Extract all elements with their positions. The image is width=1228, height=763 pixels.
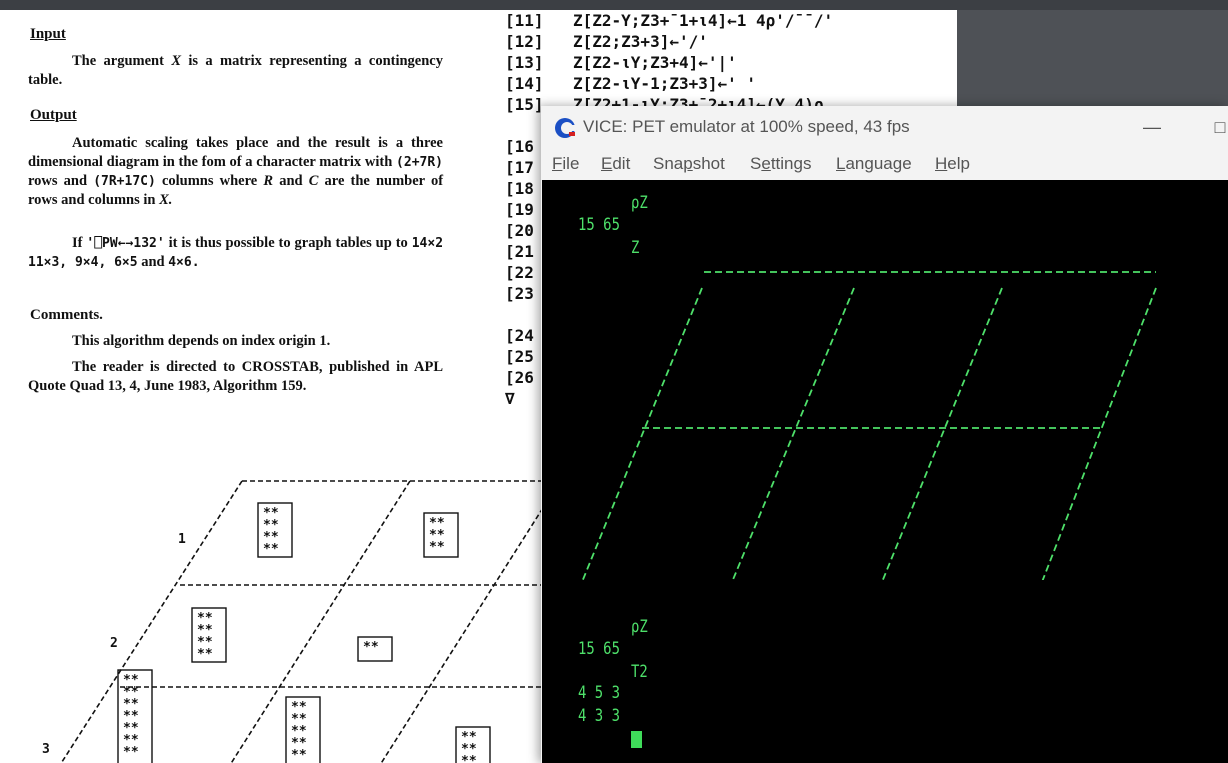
comment-2-text: The reader is directed to CROSSTAB, publ… [28,359,443,394]
code-line-text: Z[Z2-ιY-1;Z3+3]←' ' [573,74,757,93]
menu-help[interactable]: Help [935,154,970,174]
code-line-number: [13] [505,53,544,72]
code-line: [14] Z[Z2-ιY-1;Z3+3]←' ' [505,73,833,94]
output-paragraph: Automatic scaling takes place and the re… [28,134,443,210]
code-line-number: [12] [505,32,544,51]
vice-window[interactable]: VICE: PET emulator at 100% speed, 43 fps… [541,106,1228,763]
output-rows-expr: (2+7R) [396,155,444,170]
if-expr: '⎕PW←→132' [86,236,165,251]
input-var: X [171,53,181,69]
output-cols-expr: (7R+17C) [93,174,156,189]
plot-row-label: 2 [110,636,118,651]
grid-slant-line [581,287,703,580]
code-line-text: Z[Z2;Z3+3]←'/' [573,32,708,51]
output-text-1: Automatic scaling takes place and the re… [28,135,443,170]
text-cursor [631,731,642,748]
if-text-pre: If [72,235,83,251]
if-and: and [141,254,165,270]
bar-fill-glyph: ** [197,647,213,662]
grid-slant-line [1041,287,1157,580]
code-line: [13] Z[Z2-ιY;Z3+4]←'|' [505,52,833,73]
output-R: R [263,173,274,189]
output-C: C [308,173,319,189]
output-rows-word: rows and [28,173,88,189]
screen-line-8: 4 3 3 [578,706,620,726]
code-line-text: Z[Z2-Y;Z3+¯1+ι4]←1 4⍴'/¯¯/' [573,11,834,30]
menu-edit[interactable]: Edit [601,154,630,174]
desktop-background [957,10,1228,110]
if-text-mid: it is thus possible to graph tables up t… [168,235,408,251]
menu-settings[interactable]: Settings [750,154,811,174]
emulator-screen[interactable]: ⍴Z 15 65 Z ⍴Z 15 65 T2 4 5 3 4 3 3 [542,180,1228,763]
code-line: [12] Z[Z2;Z3+3]←'/' [505,31,833,52]
bar-fill-glyph: ** [363,640,379,655]
plot-slant-line [380,480,560,763]
screen-line-5: 15 65 [578,639,620,659]
plot-slant-line [60,480,243,763]
window-title: VICE: PET emulator at 100% speed, 43 fps [583,117,910,136]
code-line: [11] Z[Z2-Y;Z3+¯1+ι4]←1 4⍴'/¯¯/' [505,10,833,31]
code-line-number: [11] [505,11,544,30]
input-paragraph: The argument X is a matrix representing … [28,52,443,90]
output-text-2: columns where [161,173,258,189]
plot-row-label: 1 [178,532,186,547]
menu-snapshot[interactable]: Snapshot [653,154,725,174]
vice-logo-icon [555,118,578,138]
grid-slant-line [731,287,855,580]
menu-file[interactable]: File [552,154,579,174]
comment-2: The reader is directed to CROSSTAB, publ… [28,358,443,396]
maximize-button[interactable]: □ [1205,112,1228,142]
menu-language[interactable]: Language [836,154,912,174]
menu-bar: File Edit Snapshot Settings Language Hel… [541,148,1228,180]
bar-fill-glyph: ** [123,745,139,760]
code-line-number: [14] [505,74,544,93]
if-last: 4×6. [168,255,200,270]
code-line-text: Z[Z2-ιY;Z3+4]←'|' [573,53,737,72]
bar-fill-glyph: ** [263,542,279,557]
if-paragraph: If '⎕PW←→132' it is thus possible to gra… [28,234,443,272]
input-heading: Input [30,26,66,42]
output-and: and [279,173,303,189]
top-strip [0,0,1228,10]
input-text-pre: The argument [72,53,164,69]
output-X: X. [159,192,173,208]
grid-slant-line [881,287,1003,580]
ascii-3d-plot: ********************** ******************… [42,480,560,763]
plot-row-label: 3 [42,742,50,757]
comment-1: This algorithm depends on index origin 1… [28,332,443,351]
ascii-grid-plot [581,271,1157,580]
screen-line-7: 4 5 3 [578,683,620,703]
screen-line-6: T2 [631,662,648,682]
bar-fill-glyph: ** [291,748,307,763]
comments-heading: Comments. [30,307,103,323]
bar-fill-glyph: ** [429,540,445,555]
title-bar[interactable]: VICE: PET emulator at 100% speed, 43 fps… [541,106,1228,148]
output-heading: Output [30,107,77,123]
bar-fill-glyph: ** [461,754,477,763]
comment-1-text: This algorithm depends on index origin 1… [72,333,331,349]
screen-line-4: ⍴Z [631,617,648,637]
minimize-button[interactable]: — [1137,112,1167,142]
